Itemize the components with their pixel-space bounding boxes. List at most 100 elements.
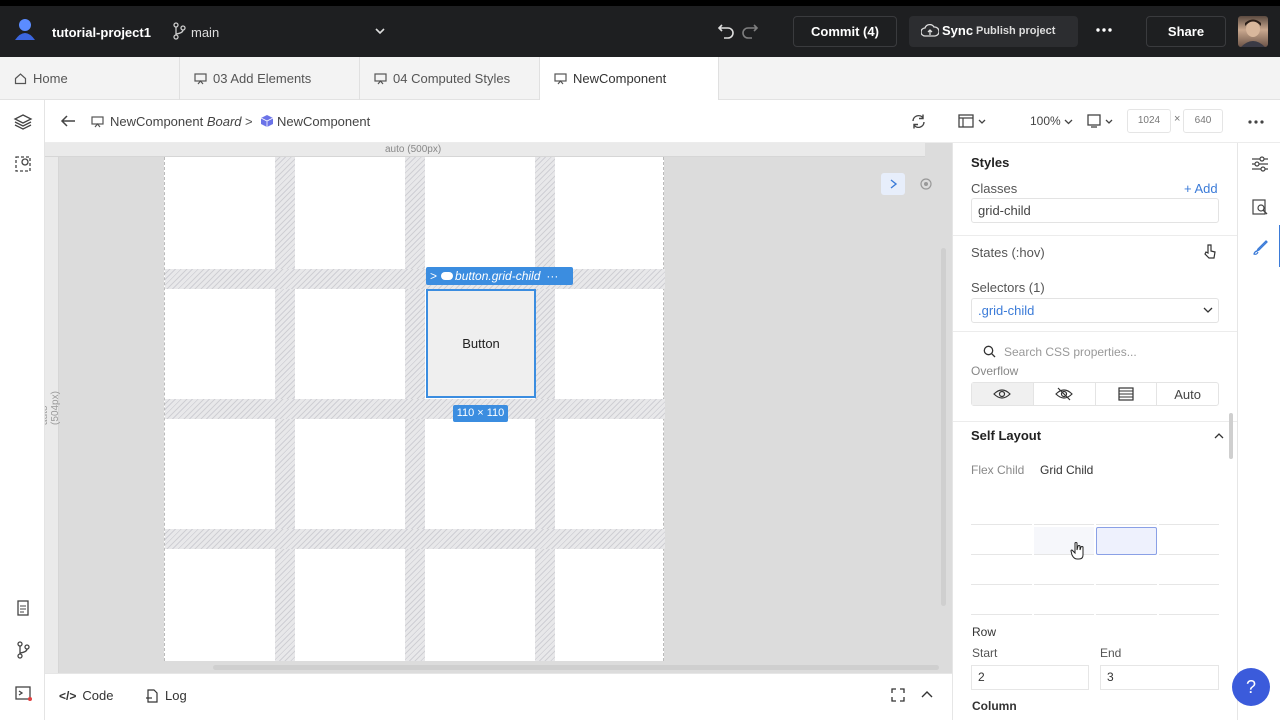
grid-cell[interactable] xyxy=(971,527,1032,555)
component-board[interactable]: > button.grid-child ··· Button 110 × 110 xyxy=(164,157,665,661)
board-icon xyxy=(554,73,567,85)
overflow-auto-button[interactable]: Auto xyxy=(1157,383,1218,405)
grid-row-gap xyxy=(165,529,665,549)
selector-dropdown[interactable]: .grid-child xyxy=(971,298,1219,323)
viewport-width-input[interactable]: 1024 xyxy=(1127,109,1171,133)
chevron-down-icon[interactable] xyxy=(374,26,386,36)
zoom-dropdown[interactable]: 100% xyxy=(1030,114,1073,128)
chevron-up-icon[interactable] xyxy=(1214,432,1224,439)
board-icon xyxy=(374,73,387,85)
grid-position-picker[interactable] xyxy=(971,497,1219,615)
zoom-value: 100% xyxy=(1030,114,1061,128)
play-preview-button[interactable] xyxy=(881,173,905,195)
add-class-button[interactable]: + Add xyxy=(1184,181,1218,196)
css-search-input[interactable]: Search CSS properties... xyxy=(971,339,1219,363)
selectors-label: Selectors (1) xyxy=(971,280,1045,295)
tab-home[interactable]: Home xyxy=(0,57,180,100)
git-branch-icon[interactable] xyxy=(13,640,33,660)
user-avatar[interactable] xyxy=(1238,16,1268,47)
grid-cell[interactable] xyxy=(1158,557,1219,585)
chevron-up-icon[interactable] xyxy=(920,689,934,699)
ruler-left-label: auto (504px) xyxy=(45,391,61,425)
terminal-icon[interactable] xyxy=(13,683,33,703)
branch-name[interactable]: main xyxy=(191,25,219,40)
grid-cell[interactable] xyxy=(1158,587,1219,615)
ruler-top-label: auto (500px) xyxy=(385,144,442,155)
app-logo-icon[interactable] xyxy=(13,18,37,42)
commit-button[interactable]: Commit (4) xyxy=(793,16,897,47)
code-tab[interactable]: </> Code xyxy=(59,688,113,703)
vertical-scrollbar[interactable] xyxy=(941,248,946,606)
grid-cell[interactable] xyxy=(1033,557,1094,585)
share-button[interactable]: Share xyxy=(1146,16,1226,47)
chevron-down-icon[interactable] xyxy=(1203,306,1213,314)
breadcrumb-component[interactable]: NewComponent xyxy=(277,114,370,129)
grid-cell[interactable] xyxy=(971,497,1032,525)
grid-child-tab[interactable]: Grid Child xyxy=(1040,463,1093,477)
help-button[interactable]: ? xyxy=(1232,668,1270,706)
layers-icon[interactable] xyxy=(13,112,33,132)
tab-newcomponent[interactable]: NewComponent xyxy=(540,57,719,100)
sliders-icon[interactable] xyxy=(1251,155,1269,173)
play-icon xyxy=(890,179,898,189)
grid-cell-selected[interactable] xyxy=(1096,527,1157,555)
more-options-icon[interactable] xyxy=(1094,25,1114,35)
row-start-label: Start xyxy=(972,646,998,660)
breadcrumb-board[interactable]: NewComponent Board xyxy=(110,114,242,129)
self-layout-title[interactable]: Self Layout xyxy=(971,428,1041,443)
selected-button-element[interactable]: Button xyxy=(426,289,536,398)
overflow-visible-button[interactable] xyxy=(972,383,1034,405)
grid-row-gap xyxy=(165,269,665,289)
sync-button[interactable]: Sync Publish project xyxy=(909,16,1078,47)
tab-03-add-elements[interactable]: 03 Add Elements xyxy=(180,57,360,100)
tab-bar: Home 03 Add Elements 04 Computed Styles … xyxy=(0,57,1280,100)
eye-icon[interactable] xyxy=(915,173,937,195)
classes-label: Classes xyxy=(971,181,1018,196)
project-name[interactable]: tutorial-project1 xyxy=(52,25,151,40)
device-frame-icon[interactable] xyxy=(1087,114,1117,128)
row-end-input[interactable]: 3 xyxy=(1100,665,1219,690)
grid-cell[interactable] xyxy=(971,587,1032,615)
design-canvas[interactable]: auto (500px) auto (504px) > button.grid-… xyxy=(45,143,952,673)
element-options[interactable]: ··· xyxy=(546,269,558,283)
back-arrow-icon[interactable] xyxy=(60,114,76,128)
flex-child-tab[interactable]: Flex Child xyxy=(971,463,1024,477)
divider xyxy=(953,421,1237,422)
redo-icon[interactable] xyxy=(741,22,759,40)
components-gear-icon[interactable] xyxy=(13,154,33,174)
board-icon xyxy=(194,73,207,85)
layout-toggle-icon[interactable] xyxy=(958,114,988,128)
inspect-search-icon[interactable] xyxy=(1251,198,1269,216)
tab-04-computed-styles[interactable]: 04 Computed Styles xyxy=(360,57,540,100)
classes-input[interactable]: grid-child xyxy=(971,198,1219,223)
horizontal-scrollbar[interactable] xyxy=(213,665,939,670)
grid-cell[interactable] xyxy=(1096,557,1157,585)
selected-element-name: button.grid-child xyxy=(455,269,541,283)
pointer-cursor-icon[interactable] xyxy=(1203,244,1217,260)
states-label[interactable]: States (:hov) xyxy=(971,245,1045,260)
grid-cell[interactable] xyxy=(1096,587,1157,615)
grid-cell[interactable] xyxy=(1033,497,1094,525)
row-end-label: End xyxy=(1100,646,1122,660)
overflow-hidden-button[interactable] xyxy=(1034,383,1096,405)
selected-element-tag[interactable]: > button.grid-child ··· xyxy=(426,267,573,285)
refresh-icon[interactable] xyxy=(910,113,927,130)
undo-icon[interactable] xyxy=(717,22,735,40)
grid-cell[interactable] xyxy=(1158,497,1219,525)
viewport-height-input[interactable]: 640 xyxy=(1183,109,1223,133)
eye-off-icon xyxy=(1055,387,1073,401)
row-start-input[interactable]: 2 xyxy=(971,665,1089,690)
more-options-icon[interactable] xyxy=(1247,119,1265,125)
left-rail xyxy=(0,100,45,720)
brush-icon[interactable] xyxy=(1251,239,1269,257)
overflow-scroll-button[interactable] xyxy=(1096,383,1158,405)
expand-chevron[interactable]: > xyxy=(430,269,437,283)
grid-cell[interactable] xyxy=(1033,587,1094,615)
panel-scrollbar[interactable] xyxy=(1229,413,1233,459)
expand-icon[interactable] xyxy=(891,688,905,702)
document-icon[interactable] xyxy=(13,598,33,618)
log-tab[interactable]: Log xyxy=(145,688,187,703)
grid-cell[interactable] xyxy=(1096,497,1157,525)
grid-cell[interactable] xyxy=(1158,527,1219,555)
grid-cell[interactable] xyxy=(971,557,1032,585)
